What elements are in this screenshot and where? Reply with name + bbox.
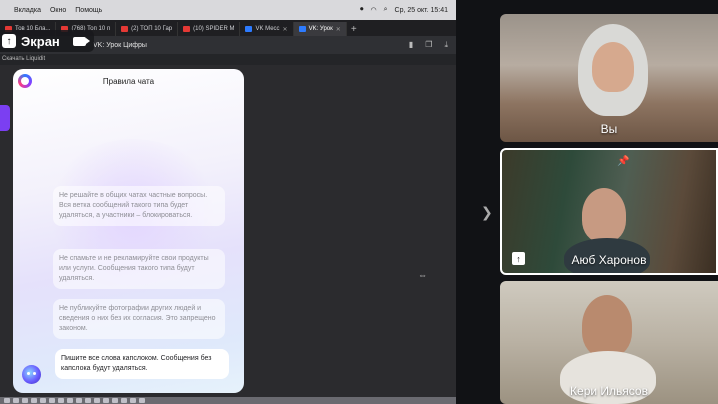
dock-app-icon[interactable] [85, 398, 91, 403]
copy-icon[interactable]: ❐ [425, 40, 432, 50]
close-icon[interactable]: ✕ [283, 26, 288, 33]
dock-app-icon[interactable] [4, 398, 10, 403]
download-icon[interactable]: ⤓ [444, 40, 448, 50]
participant-tile-pinned[interactable]: 📌 ↑ Аюб Харонов [500, 148, 718, 275]
wifi-icon: ◠ [370, 7, 377, 14]
participant-tile[interactable]: Вы [500, 14, 718, 142]
browser-tab-active[interactable]: VK: Урок ✕ [293, 22, 347, 36]
participant-name: Кери Ильясов [570, 384, 648, 398]
participant-face [592, 42, 634, 92]
record-icon: ⏺ [360, 6, 364, 13]
dock-app-icon[interactable] [76, 398, 82, 403]
rule-message: Не решайте в общих чатах частные вопросы… [53, 186, 225, 226]
close-icon[interactable]: ✕ [336, 26, 341, 33]
shared-screen: Вкладка Окно Помощь ⏺ ◠ ⌕ Ср, 25 окт. 15… [0, 0, 456, 404]
site-title: VK: Урок Цифры [93, 41, 147, 49]
panel-title: Правила чата [102, 77, 155, 86]
chat-rules-panel: Правила чата Не решайте в общих чатах ча… [13, 69, 244, 393]
dock-app-icon[interactable] [94, 398, 100, 403]
new-tab-icon[interactable]: + [347, 22, 361, 36]
dock-app-icon[interactable] [130, 398, 136, 403]
mac-menu-bar: Вкладка Окно Помощь ⏺ ◠ ⌕ Ср, 25 окт. 15… [0, 0, 456, 20]
dock-app-icon[interactable] [67, 398, 73, 403]
dock-app-icon[interactable] [139, 398, 145, 403]
participant-face [582, 295, 632, 357]
rule-message: Не спамьте и не рекламируйте свои продук… [53, 249, 225, 289]
mac-menu-item[interactable]: Вкладка [14, 7, 41, 14]
mac-dock [0, 397, 456, 404]
share-arrow-icon: ↑ [2, 34, 16, 48]
bookmark-bar: Скачать Liquidit [0, 54, 456, 65]
dock-app-icon[interactable] [103, 398, 109, 403]
screen-share-indicator[interactable]: ↑ Экран [0, 30, 94, 52]
address-bar-actions: ▮ ❐ ⤓ [409, 40, 448, 50]
bookmark-icon[interactable]: ▮ [409, 40, 413, 50]
date-time: Ср, 25 окт. 15:41 [394, 6, 448, 14]
dock-app-icon[interactable] [31, 398, 37, 403]
youtube-icon [183, 26, 191, 32]
vk-icon [298, 26, 306, 32]
share-label: Экран [21, 33, 60, 49]
dock-app-icon[interactable] [49, 398, 55, 403]
search-icon: ⌕ [383, 6, 388, 13]
mac-status-area: ⏺ ◠ ⌕ Ср, 25 окт. 15:41 [360, 6, 448, 14]
youtube-icon [121, 26, 129, 32]
participant-name: Вы [600, 122, 618, 136]
rule-message: Не публикуйте фотографии других людей и … [53, 299, 225, 339]
pin-icon[interactable]: 📌 [617, 156, 629, 167]
browser-tab[interactable]: VK Месс ✕ [240, 22, 294, 36]
vk-icon [245, 26, 253, 32]
last-rule-message: Пишите все слова капслоком. Сообщения бе… [55, 349, 229, 379]
dock-app-icon[interactable] [121, 398, 127, 403]
camera-icon[interactable] [72, 36, 90, 46]
sidebar-accent [0, 105, 10, 131]
participant-face [582, 188, 626, 242]
dock-app-icon[interactable] [112, 398, 118, 403]
bookmark-link[interactable]: Скачать Liquidit [2, 56, 45, 62]
participant-tile[interactable]: Кери Ильясов [500, 281, 718, 404]
browser-tab[interactable]: (10) SPIDER M [178, 22, 241, 36]
chevron-right-icon[interactable]: ❯ [481, 204, 493, 221]
dock-app-icon[interactable] [13, 398, 19, 403]
mac-menu: Вкладка Окно Помощь [14, 7, 102, 14]
dock-app-icon[interactable] [40, 398, 46, 403]
mac-menu-item[interactable]: Окно [50, 7, 66, 14]
dock-app-icon[interactable] [22, 398, 28, 403]
resize-cursor-icon: ⇔ [418, 270, 427, 280]
mac-menu-item[interactable]: Помощь [75, 7, 102, 14]
browser-tab[interactable]: (2) ТОП 10 Гар [116, 22, 179, 36]
bot-avatar-icon [22, 365, 41, 384]
participant-name: Аюб Харонов [571, 253, 647, 267]
dock-app-icon[interactable] [58, 398, 64, 403]
